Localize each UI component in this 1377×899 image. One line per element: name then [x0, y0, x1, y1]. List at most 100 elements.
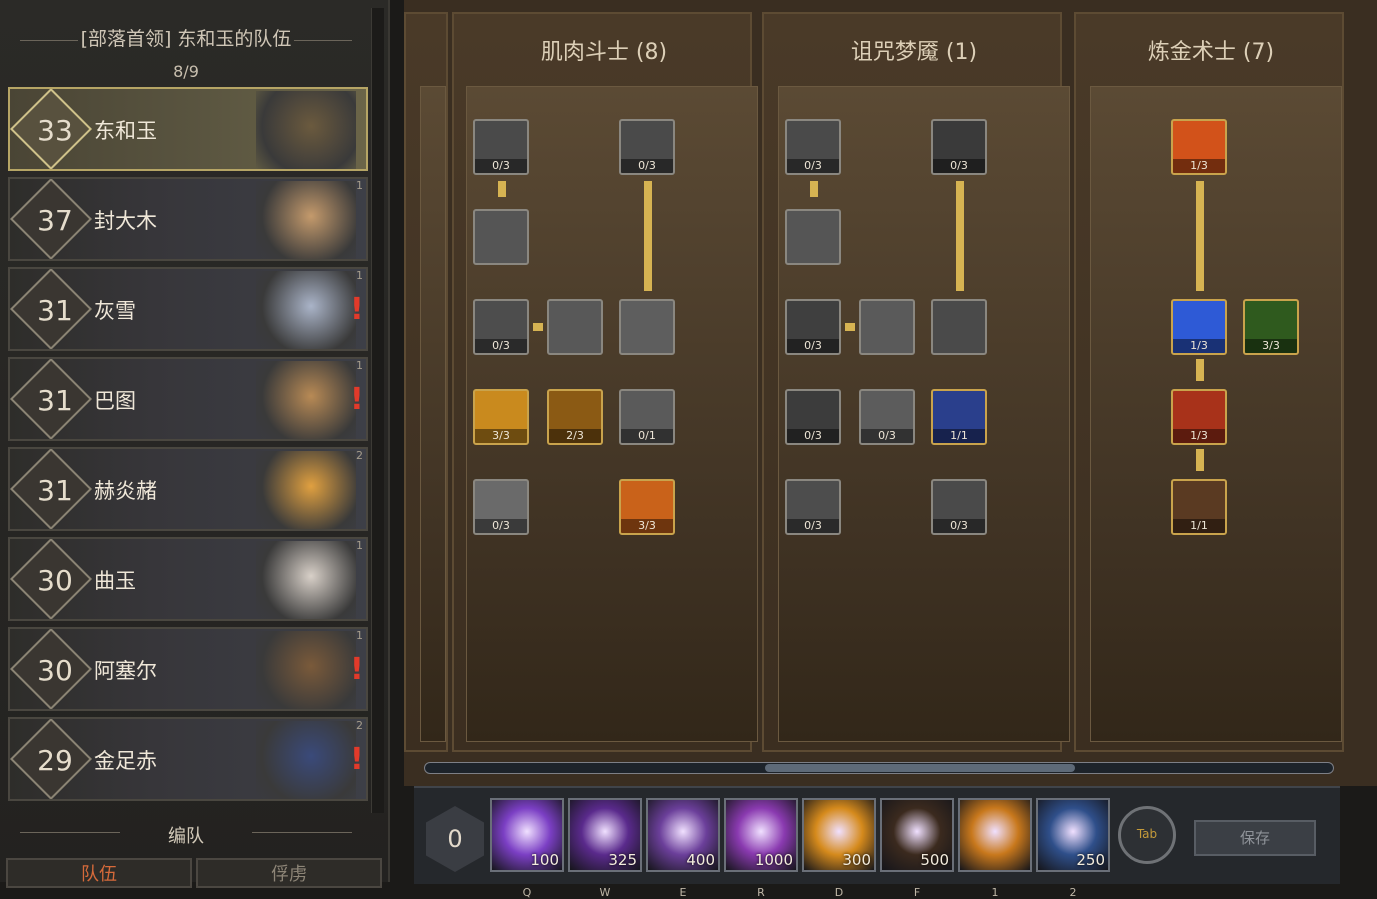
party-scrollbar[interactable]	[371, 8, 384, 813]
talent-slot[interactable]: 1/1	[1171, 479, 1227, 535]
talent-slot[interactable]: 0/3	[859, 389, 915, 445]
party-member[interactable]: 31 巴图 1!	[8, 357, 368, 441]
talent-arrow	[1196, 449, 1204, 471]
party-member[interactable]: 33 东和玉	[8, 87, 368, 171]
skill-hotkey: R	[757, 886, 765, 899]
talent-slot[interactable]: 1/3	[1171, 389, 1227, 445]
skill-cost: 300	[842, 851, 871, 869]
talent-board: 肌肉斗士 (8) 0/3 0/3 0/3 3/3 2/3 0/1 0/3 3/3…	[404, 0, 1377, 786]
skill-hotkey: Q	[522, 886, 532, 899]
alert-icon	[350, 113, 360, 147]
skill-points-value: 0	[447, 825, 463, 853]
member-name: 东和玉	[94, 119, 157, 143]
talent-arrow	[1196, 181, 1204, 291]
party-member[interactable]: 30 曲玉 1	[8, 537, 368, 621]
member-badge: 1	[356, 629, 363, 642]
skill-hotkey: 1	[991, 886, 999, 899]
skill-slot[interactable]: 1000 R	[724, 798, 798, 899]
skill-slot[interactable]: 325 W	[568, 798, 642, 899]
skill-cost: 100	[530, 851, 559, 869]
talent-slot[interactable]: 1/3	[1171, 119, 1227, 175]
skill-slot[interactable]: 250 2	[1036, 798, 1110, 899]
party-member[interactable]: 29 金足赤 2!	[8, 717, 368, 801]
skill-hotkey: E	[679, 886, 687, 899]
tree-partial-left	[404, 12, 448, 752]
tree-muscle-fighter: 肌肉斗士 (8) 0/3 0/3 0/3 3/3 2/3 0/1 0/3 3/3	[452, 12, 758, 752]
member-name: 金足赤	[94, 749, 157, 773]
talent-slot[interactable]: 0/3	[473, 119, 529, 175]
talent-slot[interactable]: 1/1	[931, 389, 987, 445]
talent-horizontal-scrollbar[interactable]	[424, 762, 1334, 774]
talent-slot[interactable]: 0/3	[619, 119, 675, 175]
member-level: 37	[37, 204, 73, 237]
skill-slot[interactable]: 1	[958, 798, 1032, 899]
talent-slot[interactable]	[547, 299, 603, 355]
tab-party[interactable]: 队伍	[6, 858, 192, 888]
member-level: 33	[37, 114, 73, 147]
skill-cost: 325	[608, 851, 637, 869]
tree-curse-nightmare: 诅咒梦魇 (1) 0/3 0/3 0/3 0/3 0/3 1/1 0/3 0/3	[762, 12, 1070, 752]
member-name: 曲玉	[94, 569, 136, 593]
member-badge: 1	[356, 179, 363, 192]
party-member[interactable]: 30 阿塞尔 1!	[8, 627, 368, 711]
talent-slot[interactable]: 3/3	[1243, 299, 1299, 355]
party-member[interactable]: 31 灰雪 1!	[8, 267, 368, 351]
skill-cost: 1000	[754, 851, 793, 869]
talent-slot[interactable]: 0/3	[931, 479, 987, 535]
member-level: 29	[37, 744, 73, 777]
talent-slot[interactable]	[859, 299, 915, 355]
party-member[interactable]: 31 赫炎赭 2	[8, 447, 368, 531]
talent-slot[interactable]: 2/3	[547, 389, 603, 445]
skill-slot[interactable]: 500 F	[880, 798, 954, 899]
tree-title-alchemist: 炼金术士 (7)	[1147, 40, 1275, 65]
talent-slot[interactable]: 0/3	[785, 479, 841, 535]
talent-slot[interactable]: 0/1	[619, 389, 675, 445]
member-badge: 1	[356, 269, 363, 282]
member-level: 31	[37, 474, 73, 507]
talent-slot[interactable]: 0/3	[785, 299, 841, 355]
formation-label: 编队	[168, 826, 204, 847]
talent-slot[interactable]	[473, 209, 529, 265]
portrait	[256, 541, 356, 619]
tree-art-muscle: 0/3 0/3 0/3 3/3 2/3 0/1 0/3 3/3	[466, 86, 758, 742]
tree-title-muscle: 肌肉斗士 (8)	[540, 40, 668, 65]
skill-slot[interactable]: 100 Q	[490, 798, 564, 899]
talent-slot[interactable]: 3/3	[473, 389, 529, 445]
tab-key-label: Tab	[1136, 827, 1158, 841]
skill-bar: 0 100 Q 325 W 400 E 1000 R 300 D 500 F 1 250 2 Tab 保存	[414, 786, 1340, 899]
skill-hotkey: W	[599, 886, 611, 899]
save-button[interactable]: 保存	[1194, 820, 1316, 856]
skill-slot[interactable]: 400 E	[646, 798, 720, 899]
scrollbar-thumb[interactable]	[765, 764, 1075, 772]
talent-arrow	[956, 181, 964, 291]
skill-cost: 500	[920, 851, 949, 869]
talent-slot[interactable]	[931, 299, 987, 355]
alert-icon: !	[350, 382, 364, 417]
tree-title-curse: 诅咒梦魇 (1)	[850, 40, 978, 65]
talent-slot[interactable]: 0/3	[785, 389, 841, 445]
talent-slot[interactable]: 0/3	[473, 299, 529, 355]
member-level: 31	[37, 294, 73, 327]
tab-toggle-button[interactable]: Tab	[1118, 806, 1176, 864]
talent-slot[interactable]: 0/3	[473, 479, 529, 535]
alert-icon: !	[350, 742, 364, 777]
talent-slot[interactable]	[785, 209, 841, 265]
talent-slot[interactable]: 0/3	[931, 119, 987, 175]
skill-slot[interactable]: 300 D	[802, 798, 876, 899]
alert-icon	[350, 473, 360, 507]
member-name: 赫炎赭	[94, 479, 157, 503]
tab-captives[interactable]: 俘虏	[196, 858, 382, 888]
tree-partial-art	[420, 86, 446, 742]
portrait	[256, 361, 356, 439]
talent-slot[interactable]	[619, 299, 675, 355]
skill-hotkey: F	[913, 886, 921, 899]
talent-slot[interactable]: 3/3	[619, 479, 675, 535]
party-member[interactable]: 37 封大木 1	[8, 177, 368, 261]
member-name: 封大木	[94, 209, 157, 233]
member-level: 30	[37, 564, 73, 597]
member-name: 灰雪	[94, 299, 136, 323]
member-badge: 1	[356, 539, 363, 552]
talent-slot[interactable]: 0/3	[785, 119, 841, 175]
talent-slot[interactable]: 1/3	[1171, 299, 1227, 355]
member-level: 31	[37, 384, 73, 417]
